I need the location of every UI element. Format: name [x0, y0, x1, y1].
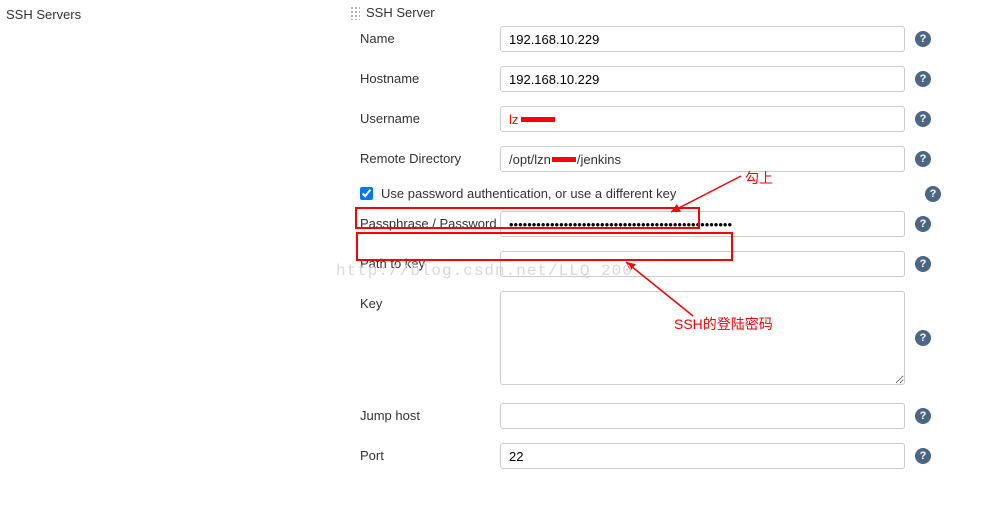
remote-directory-input[interactable]: /opt/lzn /jenkins	[500, 146, 905, 172]
label-username: Username	[360, 106, 500, 126]
port-input[interactable]	[500, 443, 905, 469]
key-textarea[interactable]	[500, 291, 905, 385]
row-hostname: Hostname ?	[350, 66, 950, 92]
label-hostname: Hostname	[360, 66, 500, 86]
redaction-bar	[552, 157, 576, 162]
help-icon[interactable]: ?	[915, 111, 931, 127]
help-icon[interactable]: ?	[925, 186, 941, 202]
path-to-key-input[interactable]	[500, 251, 905, 277]
row-passphrase: Passphrase / Password ?	[350, 211, 950, 237]
help-icon[interactable]: ?	[915, 31, 931, 47]
section-left-label: SSH Servers	[6, 7, 81, 22]
redaction-bar	[521, 117, 555, 122]
row-path-to-key: Path to key ?	[350, 251, 950, 277]
hostname-input[interactable]	[500, 66, 905, 92]
help-icon[interactable]: ?	[915, 216, 931, 232]
help-icon[interactable]: ?	[915, 151, 931, 167]
row-remote-directory: Remote Directory /opt/lzn /jenkins ?	[350, 146, 950, 172]
row-key: Key ?	[350, 291, 950, 385]
row-jump-host: Jump host ?	[350, 403, 950, 429]
label-jump-host: Jump host	[360, 403, 500, 423]
name-input[interactable]	[500, 26, 905, 52]
passphrase-input[interactable]	[500, 211, 905, 237]
help-icon[interactable]: ?	[915, 330, 931, 346]
row-username: Username lz ?	[350, 106, 950, 132]
drag-handle-icon[interactable]	[350, 6, 360, 20]
help-icon[interactable]: ?	[915, 408, 931, 424]
label-remote-directory: Remote Directory	[360, 146, 500, 166]
ssh-server-form: SSH Server Name ? Hostname ? Username lz…	[350, 5, 950, 483]
remote-dir-prefix: /opt/lzn	[509, 152, 551, 167]
row-name: Name ?	[350, 26, 950, 52]
username-text: lz	[509, 112, 518, 127]
row-port: Port ?	[350, 443, 950, 469]
label-port: Port	[360, 443, 500, 463]
username-input[interactable]: lz	[500, 106, 905, 132]
label-password-auth: Use password authentication, or use a di…	[381, 186, 676, 201]
label-key: Key	[360, 291, 500, 311]
annotation-text-1: 勾上	[745, 168, 773, 188]
help-icon[interactable]: ?	[915, 448, 931, 464]
label-passphrase: Passphrase / Password	[360, 211, 500, 231]
row-password-auth: Use password authentication, or use a di…	[360, 186, 950, 201]
help-icon[interactable]: ?	[915, 256, 931, 272]
help-icon[interactable]: ?	[915, 71, 931, 87]
label-name: Name	[360, 26, 500, 46]
annotation-text-2: SSH的登陆密码	[674, 314, 773, 334]
use-password-auth-checkbox[interactable]	[360, 187, 373, 200]
label-path-to-key: Path to key	[360, 251, 500, 271]
section-title: SSH Server	[366, 5, 435, 20]
remote-dir-suffix: /jenkins	[577, 152, 621, 167]
section-header: SSH Server	[350, 5, 950, 20]
jump-host-input[interactable]	[500, 403, 905, 429]
